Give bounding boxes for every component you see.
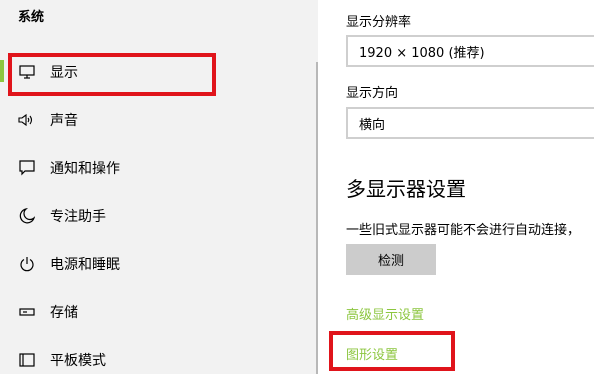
highlight-box-graphics-settings <box>329 331 455 371</box>
sidebar-item-sound[interactable]: 声音 <box>0 98 316 142</box>
orientation-value: 横向 <box>359 117 386 133</box>
sidebar-item-storage[interactable]: 存储 <box>0 290 316 334</box>
storage-icon <box>18 303 36 321</box>
sidebar-item-notifications[interactable]: 通知和操作 <box>0 146 316 190</box>
multi-display-description: 一些旧式显示器可能不会进行自动连接， <box>346 223 581 238</box>
sidebar-item-tablet-mode[interactable]: 平板模式 <box>0 338 316 382</box>
main-content: 显示分辨率 1920 × 1080 (推荐) 显示方向 横向 多显示器设置 一些… <box>318 0 594 374</box>
orientation-dropdown[interactable]: 横向 <box>346 107 594 139</box>
sidebar-item-label: 平板模式 <box>50 353 106 369</box>
sidebar-item-label: 通知和操作 <box>50 161 120 177</box>
sidebar: 系统 显示 声音 通知和操作 专注助手 电源和睡眠 存储 平板模式 <box>0 0 318 374</box>
sidebar-item-label: 声音 <box>50 113 78 129</box>
resolution-dropdown[interactable]: 1920 × 1080 (推荐) <box>346 35 594 67</box>
sidebar-item-label: 电源和睡眠 <box>50 257 120 273</box>
tablet-icon <box>18 351 36 369</box>
sidebar-item-label: 专注助手 <box>50 209 106 225</box>
sidebar-item-label: 存储 <box>50 305 78 321</box>
resolution-value: 1920 × 1080 (推荐) <box>359 45 485 61</box>
sidebar-title: 系统 <box>18 10 45 25</box>
resolution-label: 显示分辨率 <box>346 15 412 30</box>
detect-button[interactable]: 检测 <box>346 244 436 275</box>
highlight-box-display <box>8 53 216 96</box>
speaker-icon <box>18 111 36 129</box>
multi-display-heading: 多显示器设置 <box>346 177 466 201</box>
advanced-display-settings-link[interactable]: 高级显示设置 <box>346 304 424 323</box>
power-icon <box>18 255 36 273</box>
notification-icon <box>18 159 36 177</box>
sidebar-item-power-sleep[interactable]: 电源和睡眠 <box>0 242 316 286</box>
sidebar-item-focus-assist[interactable]: 专注助手 <box>0 194 316 238</box>
orientation-label: 显示方向 <box>346 86 399 101</box>
moon-icon <box>18 207 36 225</box>
